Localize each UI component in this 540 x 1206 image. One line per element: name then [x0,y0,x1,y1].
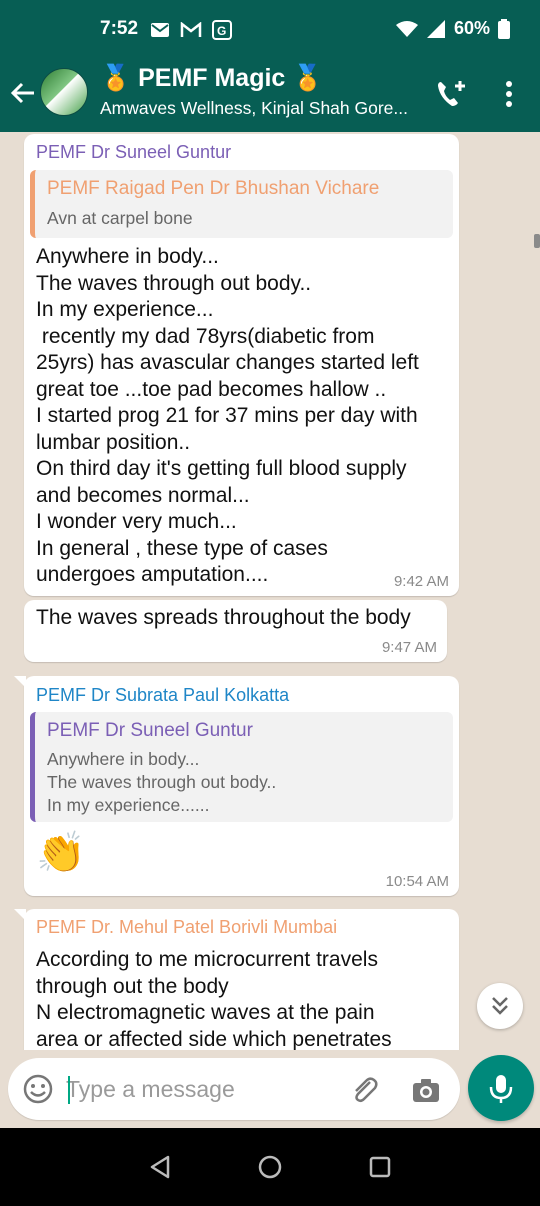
message-text: Anywhere in body... The waves through ou… [36,245,419,586]
quoted-message[interactable]: PEMF Raigad Pen Dr Bhushan Vichare Avn a… [30,170,453,238]
status-bar: 7:52 G 60% [0,0,540,56]
chat-header: 🏅 PEMF Magic 🏅 Amwaves Wellness, Kinjal … [0,56,540,132]
wifi-icon [395,20,418,37]
message-bubble[interactable]: The waves spreads throughout the body 9:… [24,600,447,662]
battery-icon [498,18,510,39]
system-icons: 60% [395,18,510,39]
text-cursor [68,1076,70,1104]
quoted-text: Anywhere in body... The waves through ou… [47,749,277,815]
translate-icon: G [212,20,232,40]
more-vert-icon[interactable] [496,76,522,112]
quoted-text: Avn at carpel bone [47,208,193,228]
camera-icon[interactable] [410,1074,442,1106]
scroll-indicator[interactable] [534,234,540,248]
message-sender: PEMF Dr Subrata Paul Kolkatta [36,685,290,705]
quoted-message[interactable]: PEMF Dr Suneel Guntur Anywhere in body..… [30,712,453,822]
quoted-sender: PEMF Raigad Pen Dr Bhushan Vichare [47,178,380,199]
group-participants[interactable]: Amwaves Wellness, Kinjal Shah Gore... [100,98,420,119]
message-sender: PEMF Dr. Mehul Patel Borivli Mumbai [36,917,338,937]
status-time: 7:52 [100,18,139,39]
medal-icon: 🏅 [100,64,132,92]
composer-bar [0,1050,540,1128]
emoji-icon[interactable] [22,1073,54,1105]
nav-home-icon[interactable] [257,1154,283,1180]
mic-icon [489,1075,513,1103]
chat-area[interactable]: PEMF Dr Suneel Guntur PEMF Raigad Pen Dr… [0,132,540,1126]
gmail-icon [180,22,202,37]
scroll-to-bottom-button[interactable] [477,983,523,1029]
medal-icon: 🏅 [292,64,324,92]
message-bubble[interactable]: PEMF Dr Suneel Guntur PEMF Raigad Pen Dr… [24,134,459,596]
message-text: The waves spreads throughout the body [36,606,411,629]
battery-percent: 60% [453,18,490,38]
double-chevron-down-icon [492,997,508,1015]
notification-icons: G [150,20,232,40]
nav-recents-icon[interactable] [369,1156,391,1178]
group-title-row[interactable]: 🏅 PEMF Magic 🏅 [100,64,323,93]
message-time: 10:54 AM [385,873,449,890]
signal-icon [426,19,445,38]
group-title: PEMF Magic [138,64,286,92]
message-bubble[interactable]: PEMF Dr Subrata Paul Kolkatta PEMF Dr Su… [14,676,459,896]
message-text: According to me microcurrent travels thr… [36,948,392,1051]
message-time: 9:42 AM [393,573,449,590]
svg-text:G: G [217,24,226,38]
add-call-icon[interactable] [432,76,468,112]
nav-back-icon[interactable] [146,1153,174,1181]
message-input-box[interactable] [8,1058,460,1120]
message-time: 9:47 AM [381,639,437,656]
message-input[interactable] [66,1070,336,1108]
group-avatar[interactable] [40,68,88,116]
voice-message-button[interactable] [468,1055,534,1121]
mail-icon [151,23,169,37]
message-sender: PEMF Dr Suneel Guntur [36,142,232,162]
quoted-sender: PEMF Dr Suneel Guntur [47,720,253,741]
back-arrow-icon[interactable] [8,78,38,108]
attach-icon[interactable] [348,1074,380,1106]
clapping-hands-emoji: 👏 [36,831,86,875]
system-nav-bar [0,1128,540,1206]
